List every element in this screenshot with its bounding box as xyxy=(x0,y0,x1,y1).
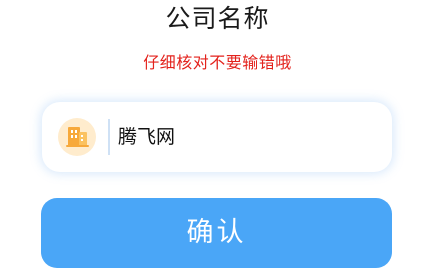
building-icon-graphic xyxy=(66,127,89,147)
warning-hint: 仔细核对不要输错哦 xyxy=(143,53,292,72)
company-name-card xyxy=(42,102,392,172)
confirm-button[interactable]: 确认 xyxy=(41,198,392,268)
company-name-input[interactable] xyxy=(118,122,368,152)
page-title: 公司名称 xyxy=(165,4,270,33)
company-name-page: 公司名称 仔细核对不要输错哦 确认 xyxy=(0,0,435,275)
building-icon xyxy=(58,118,96,156)
field-divider xyxy=(108,119,110,155)
